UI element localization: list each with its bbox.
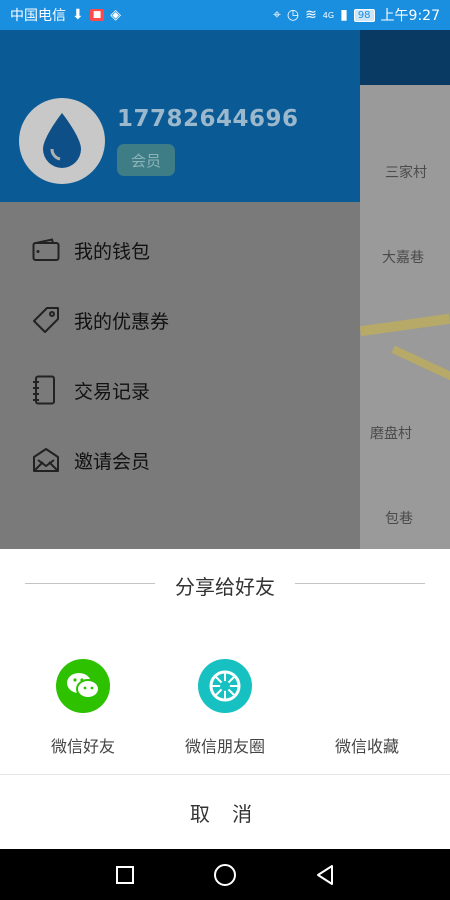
notification-badge-icon: ■	[89, 9, 105, 21]
drawer-header: 17782644696 会员	[0, 30, 360, 202]
share-sheet-title: 分享给好友	[175, 575, 275, 599]
menu-item-wallet[interactable]: 我的钱包	[0, 220, 360, 280]
map-label: 三家村	[385, 165, 427, 181]
share-option-label: 微信朋友圈	[184, 737, 265, 756]
menu-item-label: 交易记录	[74, 380, 151, 403]
map-pin-notification-icon: ◈	[110, 7, 122, 23]
wallet-icon	[32, 236, 60, 264]
coupon-tag-icon	[32, 306, 60, 334]
moments-icon	[198, 659, 252, 713]
favorites-icon	[340, 659, 394, 713]
map-view[interactable]: 三家村 大嘉巷 磨盘村 包巷	[360, 30, 450, 550]
share-sheet: 分享给好友 微信好友 微信朋友圈 微信收藏 取 消	[0, 549, 450, 849]
map-label: 磨盘村	[370, 426, 412, 442]
clock: 上午9:27	[380, 8, 440, 24]
map-header-area	[360, 30, 450, 85]
back-icon[interactable]	[275, 864, 375, 886]
carrier-label: 中国电信	[10, 8, 66, 24]
water-drop-icon	[43, 113, 81, 168]
menu-item-invite[interactable]: 邀请会员	[0, 430, 360, 490]
signal-icon: ▮	[340, 7, 348, 23]
cancel-button[interactable]: 取 消	[0, 775, 450, 849]
system-nav-bar	[0, 849, 450, 900]
menu-item-label: 我的钱包	[74, 240, 151, 263]
home-icon[interactable]	[175, 863, 275, 887]
map-label: 大嘉巷	[382, 250, 424, 266]
status-bar: 中国电信 ⬇ ■ ◈ ⌖ ◷ ≋ 4G ▮ 98 上午9:27	[0, 0, 450, 30]
map-road	[391, 345, 450, 383]
share-moments-button[interactable]: 微信朋友圈	[150, 659, 300, 757]
alarm-icon: ◷	[286, 7, 300, 23]
menu-item-coupons[interactable]: 我的优惠券	[0, 290, 360, 350]
share-wechat-friend-button[interactable]: 微信好友	[8, 659, 158, 757]
map-road	[360, 313, 450, 337]
notebook-icon	[32, 375, 60, 405]
map-label: 包巷	[385, 511, 413, 527]
side-drawer: 17782644696 会员 我的钱包 我的优惠券 交易记录 邀请会员	[0, 30, 360, 550]
wechat-icon	[56, 659, 110, 713]
wifi-icon: ≋	[305, 7, 317, 23]
invite-envelope-icon	[32, 446, 60, 474]
member-badge[interactable]: 会员	[117, 144, 175, 176]
menu-item-transactions[interactable]: 交易记录	[0, 360, 360, 420]
network-type: 4G	[322, 10, 335, 20]
share-option-label: 微信收藏	[334, 737, 399, 756]
share-option-label: 微信好友	[50, 737, 115, 756]
share-favorites-button[interactable]: 微信收藏	[292, 659, 442, 757]
battery-level: 98	[353, 8, 375, 22]
menu-item-label: 邀请会员	[74, 450, 151, 473]
avatar[interactable]	[19, 98, 105, 184]
download-icon: ⬇	[72, 7, 84, 23]
phone-number: 17782644696	[117, 106, 299, 132]
recent-apps-icon[interactable]	[75, 865, 175, 885]
menu-item-label: 我的优惠券	[74, 310, 170, 333]
location-icon: ⌖	[272, 7, 281, 23]
